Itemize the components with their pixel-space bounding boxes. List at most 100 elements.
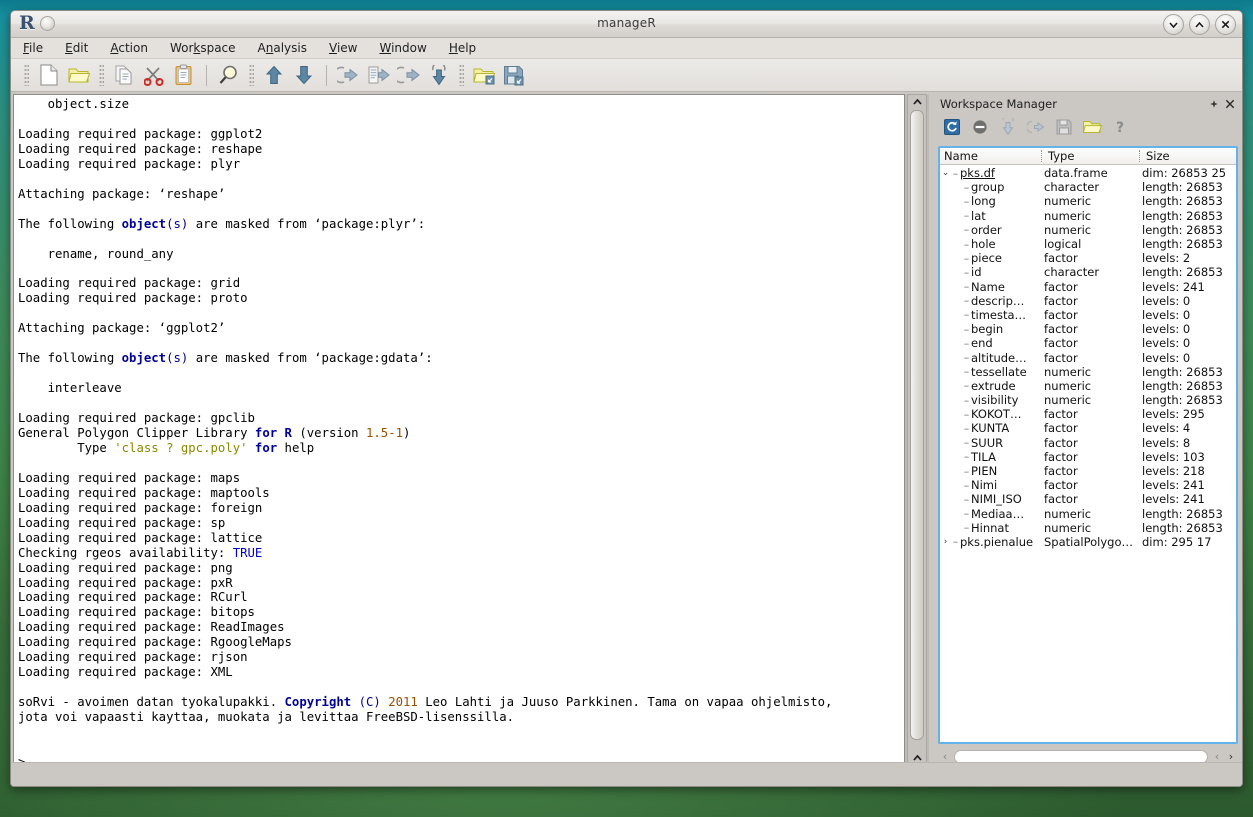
- tree-row-name: TILA: [971, 449, 996, 464]
- column-header-type[interactable]: Type: [1041, 148, 1142, 164]
- arrow-up-icon[interactable]: [259, 61, 289, 90]
- tree-row[interactable]: – tessellate numeric length: 26853: [940, 365, 1236, 379]
- tree-row[interactable]: – NIMI_ISO factor levels: 241: [940, 492, 1236, 506]
- menu-file[interactable]: File: [23, 39, 55, 57]
- close-button[interactable]: [1215, 14, 1236, 35]
- tree-header: Name Type Size: [940, 148, 1236, 165]
- tree-row[interactable]: – altitude… factor levels: 0: [940, 350, 1236, 365]
- menu-workspace[interactable]: Workspace: [170, 39, 248, 57]
- collapse-chevron-icon[interactable]: ⌄: [940, 168, 951, 178]
- tree-row[interactable]: – Nimi factor levels: 241: [940, 478, 1236, 492]
- tree-row[interactable]: – piece factor levels: 2: [940, 251, 1236, 265]
- tree-row[interactable]: – id character length: 26853: [940, 265, 1236, 279]
- column-header-size[interactable]: Size: [1139, 148, 1236, 164]
- tree-row-size: length: 26853: [1142, 222, 1223, 237]
- tree-row[interactable]: – Mediaa… numeric length: 26853: [940, 507, 1236, 521]
- console-vertical-scrollbar[interactable]: [907, 94, 927, 780]
- workspace-manager-title: Workspace Manager: [940, 97, 1057, 111]
- tree-row-size: length: 26853: [1142, 194, 1223, 209]
- refresh-workspace-icon[interactable]: [940, 116, 964, 138]
- tree-row[interactable]: – end factor levels: 0: [940, 336, 1236, 350]
- tree-row-type: character: [1044, 180, 1100, 195]
- tree-row[interactable]: – timesta… factor levels: 0: [940, 308, 1236, 322]
- tree-row[interactable]: – Hinnat numeric length: 26853: [940, 521, 1236, 535]
- help-question-icon[interactable]: ?: [1108, 116, 1132, 138]
- tree-row-type: factor: [1044, 322, 1078, 337]
- toolbar-grip[interactable]: [24, 64, 29, 86]
- open-folder-icon[interactable]: [64, 61, 94, 90]
- scroll-up-arrow-top[interactable]: [908, 95, 926, 109]
- search-magnifier-icon[interactable]: [214, 61, 244, 90]
- menu-action[interactable]: Action: [110, 39, 160, 57]
- menu-edit[interactable]: Edit: [65, 39, 100, 57]
- load-workspace-icon[interactable]: [469, 61, 499, 90]
- tree-row[interactable]: – SUUR factor levels: 8: [940, 436, 1236, 450]
- load-workspace-icon[interactable]: [1080, 116, 1104, 138]
- tree-row-name: NIMI_ISO: [971, 492, 1022, 507]
- tree-row-name-cell: – long: [940, 194, 1044, 208]
- tree-row[interactable]: – hole logical length: 26853: [940, 237, 1236, 251]
- workspace-object-tree[interactable]: Name Type Size ⌄ – pks.df data.frame dim: 26…: [938, 146, 1238, 744]
- tree-row[interactable]: – visibility numeric length: 26853: [940, 393, 1236, 407]
- menu-view[interactable]: View: [329, 39, 369, 57]
- minimize-button[interactable]: [1163, 14, 1184, 35]
- export-object-icon[interactable]: [1024, 116, 1048, 138]
- run-selection-icon[interactable]: [364, 61, 394, 90]
- tree-row-size: length: 26853: [1142, 180, 1223, 195]
- tree-row[interactable]: › – pks.pienalue SpatialPolygo… dim: 295 17: [940, 535, 1236, 549]
- remove-object-icon[interactable]: [968, 116, 992, 138]
- save-workspace-icon[interactable]: [1052, 116, 1076, 138]
- tree-row[interactable]: – KOKOT… factor levels: 295: [940, 407, 1236, 421]
- copy-icon[interactable]: [109, 61, 139, 90]
- toolbar-grip-2[interactable]: [99, 64, 104, 86]
- tree-row[interactable]: – lat numeric length: 26853: [940, 209, 1236, 223]
- tree-row[interactable]: ⌄ – pks.df data.frame dim: 26853 25: [940, 166, 1236, 180]
- tree-row[interactable]: – group character length: 26853: [940, 180, 1236, 194]
- run-forward-icon[interactable]: [394, 61, 424, 90]
- tree-row[interactable]: – order numeric length: 26853: [940, 223, 1236, 237]
- toolbar-grip-4[interactable]: [459, 64, 464, 86]
- console-scroll-thumb[interactable]: [910, 110, 924, 740]
- title-bar[interactable]: R manageR: [11, 11, 1242, 38]
- maximize-button[interactable]: [1189, 14, 1210, 35]
- tree-row-name: KUNTA: [971, 421, 1010, 436]
- r-console[interactable]: object.size Loading required package: gg…: [13, 94, 905, 780]
- tree-row[interactable]: – begin factor levels: 0: [940, 322, 1236, 336]
- cut-scissors-icon[interactable]: [139, 61, 169, 90]
- menu-help[interactable]: Help: [449, 39, 488, 57]
- tree-row[interactable]: – TILA factor levels: 103: [940, 450, 1236, 464]
- tree-row[interactable]: – Name factor levels: 241: [940, 280, 1236, 294]
- window-title: manageR: [597, 16, 656, 30]
- paste-clipboard-icon[interactable]: [169, 61, 199, 90]
- save-workspace-icon[interactable]: [499, 61, 529, 90]
- tree-row-name: tessellate: [971, 364, 1027, 379]
- close-icon[interactable]: [1222, 96, 1238, 112]
- tree-row[interactable]: – KUNTA factor levels: 4: [940, 421, 1236, 435]
- tree-branch-line: –: [963, 464, 970, 478]
- tree-row-type: factor: [1044, 464, 1078, 479]
- tree-row-size: levels: 241: [1142, 279, 1205, 294]
- tree-branch-line: –: [963, 251, 970, 265]
- expand-chevron-icon[interactable]: ›: [940, 537, 951, 547]
- toolbar-grip-3[interactable]: [249, 64, 254, 86]
- import-object-icon[interactable]: [996, 116, 1020, 138]
- column-header-name[interactable]: Name: [940, 148, 1044, 164]
- menu-analysis[interactable]: Analysis: [258, 39, 319, 57]
- tree-branch-line: –: [963, 209, 970, 223]
- float-icon[interactable]: [1206, 96, 1222, 112]
- tree-row-size: levels: 0: [1142, 293, 1191, 308]
- tree-row-name-cell: – Hinnat: [940, 521, 1044, 535]
- tree-branch-line: –: [963, 436, 970, 450]
- tree-row[interactable]: – extrude numeric length: 26853: [940, 379, 1236, 393]
- menu-window[interactable]: Window: [379, 39, 438, 57]
- tree-row[interactable]: – descrip… factor levels: 0: [940, 294, 1236, 308]
- new-file-icon[interactable]: [34, 61, 64, 90]
- arrow-down-icon[interactable]: [289, 61, 319, 90]
- tree-row-type: factor: [1044, 350, 1078, 365]
- tree-row-name: Nimi: [971, 478, 998, 493]
- tree-row[interactable]: – long numeric length: 26853: [940, 194, 1236, 208]
- workspace-manager-titlebar: Workspace Manager: [934, 94, 1242, 114]
- run-all-icon[interactable]: [424, 61, 454, 90]
- tree-row[interactable]: – PIEN factor levels: 218: [940, 464, 1236, 478]
- run-back-icon[interactable]: [334, 61, 364, 90]
